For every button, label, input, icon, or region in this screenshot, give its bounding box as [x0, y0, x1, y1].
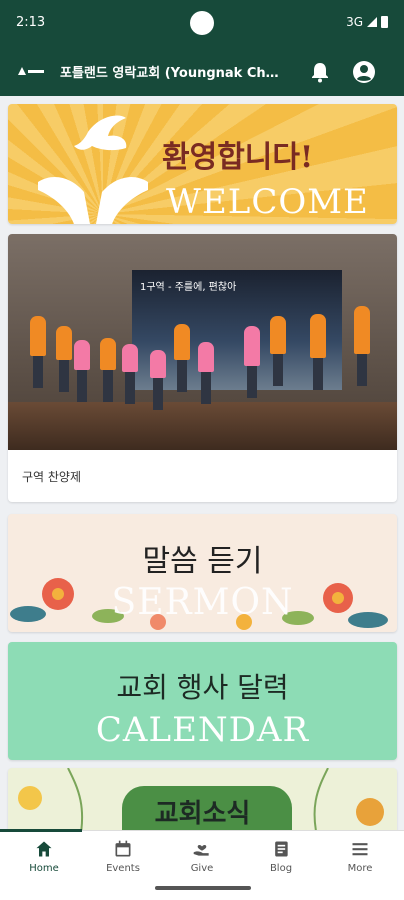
welcome-english-text: WELCOME — [166, 182, 369, 222]
blog-icon — [275, 841, 288, 857]
nav-events[interactable]: Events — [83, 839, 163, 874]
dove-hands-icon — [38, 115, 148, 224]
church-logo-icon — [18, 67, 44, 75]
welcome-banner[interactable]: 환영합니다! WELCOME — [8, 104, 397, 224]
singer — [150, 350, 166, 410]
network-type: 3G — [346, 15, 363, 29]
sermon-korean-text: 말씀 듣기 — [142, 544, 263, 579]
menu-icon — [352, 843, 368, 856]
singer — [122, 344, 138, 404]
singer — [100, 338, 116, 402]
church-news-banner[interactable]: 교회소식 — [8, 768, 397, 830]
status-bar: 2:13 3G — [0, 0, 404, 48]
stage-floor — [8, 402, 397, 450]
calendar-icon — [115, 840, 131, 857]
nav-give[interactable]: Give — [162, 839, 242, 874]
camera-cutout — [190, 11, 214, 35]
singer — [174, 324, 190, 392]
singer — [244, 326, 260, 398]
calendar-korean-text: 교회 행사 달력 — [116, 671, 289, 704]
sermon-banner[interactable]: 말씀 듣기 SERMON — [8, 514, 397, 632]
nav-blog[interactable]: Blog — [241, 839, 321, 874]
nav-events-label: Events — [106, 863, 140, 874]
signal-icon — [367, 17, 377, 27]
sermon-english-text: SERMON — [111, 582, 294, 623]
choir-photo-card[interactable]: 1구역 - 주를에, 편찮아 구역 찬양제 — [8, 234, 397, 502]
singer — [30, 316, 46, 388]
singer — [270, 316, 286, 386]
screen-lyric-text: 1구역 - 주를에, 편찮아 — [140, 282, 237, 293]
give-icon — [193, 844, 209, 856]
battery-icon — [381, 16, 388, 28]
status-icons: 3G — [346, 15, 388, 29]
nav-more[interactable]: More — [320, 839, 400, 874]
singer — [310, 314, 326, 390]
nav-more-label: More — [347, 863, 373, 874]
nav-give-label: Give — [190, 863, 214, 874]
nav-blog-label: Blog — [269, 863, 293, 874]
calendar-banner[interactable]: 교회 행사 달력 CALENDAR — [8, 642, 397, 760]
singer — [198, 342, 214, 404]
notification-bell-icon[interactable] — [308, 60, 332, 84]
welcome-korean-text: 환영합니다! — [162, 140, 314, 175]
app-bar: 포틀랜드 영락교회 (Youngnak Ch… — [0, 48, 404, 96]
nav-home[interactable]: Home — [4, 839, 84, 874]
app-title: 포틀랜드 영락교회 (Youngnak Ch… — [60, 66, 279, 81]
account-icon[interactable] — [352, 60, 376, 84]
active-tab-indicator — [0, 829, 82, 832]
status-time: 2:13 — [16, 15, 46, 30]
singer — [354, 306, 370, 386]
singer — [74, 340, 90, 402]
singer — [56, 326, 72, 392]
gesture-handle[interactable] — [155, 886, 251, 890]
nav-home-label: Home — [29, 863, 59, 874]
news-korean-text: 교회소식 — [154, 799, 251, 829]
home-icon — [36, 841, 52, 857]
photo-caption: 구역 찬양제 — [22, 470, 82, 484]
home-feed[interactable]: 환영합니다! WELCOME 1구역 - 주를에, 편찮아 구역 찬양제 말씀 … — [0, 96, 404, 830]
calendar-english-text: CALENDAR — [95, 710, 310, 750]
choir-photo: 1구역 - 주를에, 편찮아 — [8, 234, 397, 450]
